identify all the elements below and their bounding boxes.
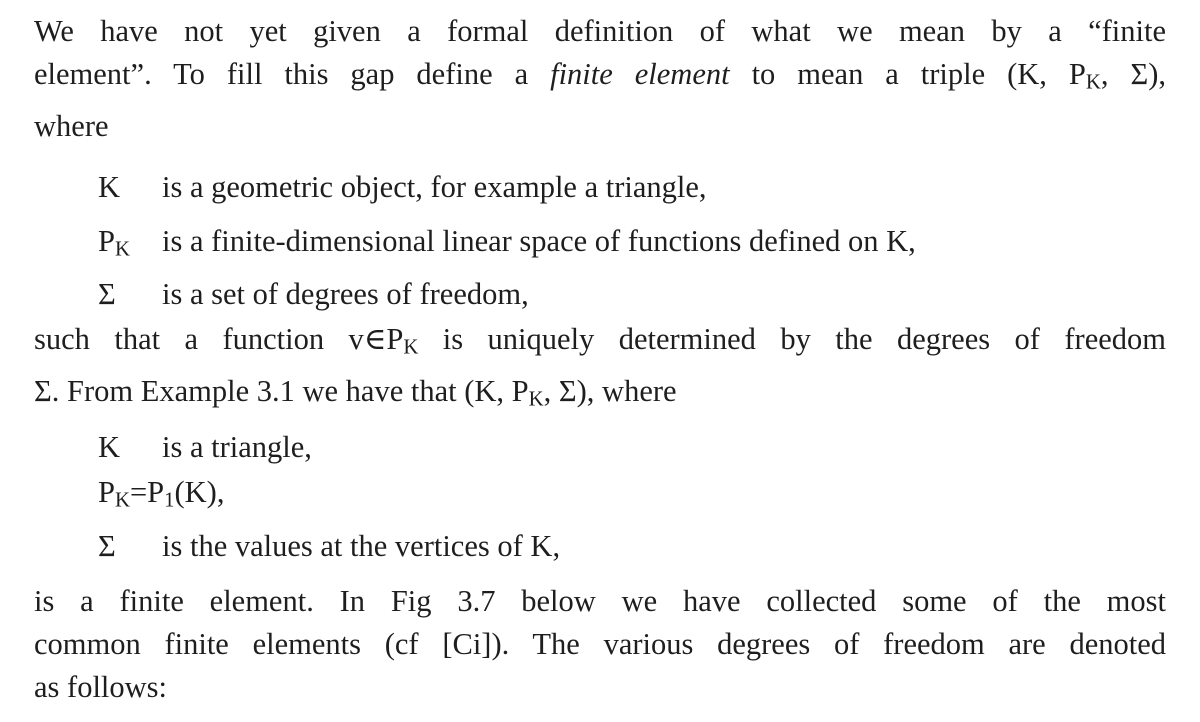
text-line: is a finite element. In Fig 3.7 below we… (34, 584, 1166, 618)
list-symbol: K (98, 170, 121, 204)
list-symbol: PK (98, 223, 130, 261)
list-item: PK=P1(K), (98, 470, 560, 524)
list-item: K is a triangle, (98, 425, 560, 470)
paragraph-uniqueness: such that a function v∈PK is uniquely de… (34, 318, 1166, 421)
list-item: K is a geometric object, for example a t… (98, 165, 916, 219)
definition-list: K is a geometric object, for example a t… (98, 165, 916, 326)
paragraph-common-elements: is a finite element. In Fig 3.7 below we… (34, 580, 1166, 709)
paragraph-definition-intro: We have not yet given a formal definitio… (34, 10, 1166, 148)
text-line: such that a function v∈PK is uniquely de… (34, 322, 1166, 359)
list-symbol: K (98, 430, 121, 464)
text-line: Σ. From Example 3.1 we have that (K, PK,… (34, 373, 677, 411)
emphasis-term: finite element (550, 57, 730, 91)
text-line: element”. To fill this gap define a fini… (34, 57, 1166, 94)
text-line: common finite elements (cf [Ci]). The va… (34, 627, 1166, 661)
formula: PK=P1(K), (98, 475, 225, 512)
text-line: as follows: (34, 670, 168, 704)
list-item: Σ is the values at the vertices of K, (98, 524, 560, 569)
example-list: K is a triangle, PK=P1(K), Σ is the valu… (98, 425, 560, 569)
document-page: We have not yet given a formal definitio… (0, 0, 1200, 722)
list-symbol: Σ (98, 528, 116, 563)
list-item: PK is a finite-dimensional linear space … (98, 219, 916, 273)
list-text: is a triangle, (162, 430, 312, 464)
list-text: is the values at the vertices of K, (162, 528, 561, 563)
list-text: is a geometric object, for example a tri… (162, 170, 707, 204)
list-text: is a finite-dimensional linear space of … (162, 223, 916, 258)
text-line: where (34, 108, 109, 143)
text-line: We have not yet given a formal definitio… (34, 14, 1166, 48)
